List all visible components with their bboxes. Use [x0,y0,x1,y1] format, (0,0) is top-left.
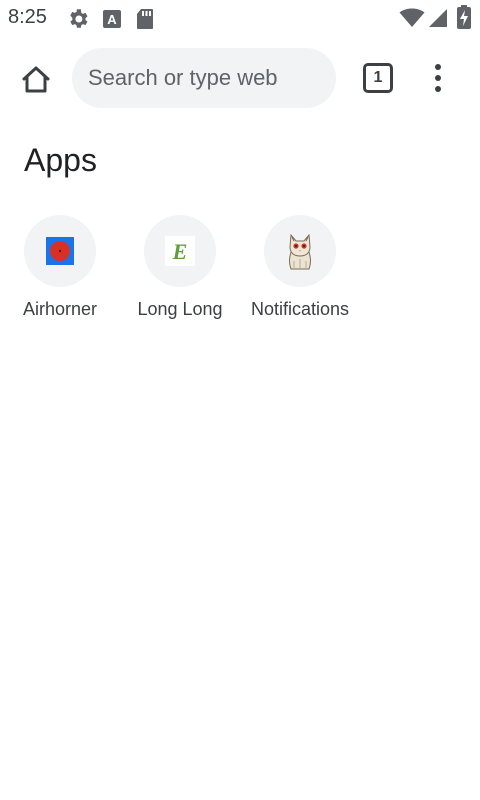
keyboard-icon: A [102,9,122,34]
url-bar-placeholder: Search or type web address [88,65,284,90]
status-bar: 8:25 A [0,0,480,36]
app-tile-long-long[interactable]: E Long Long [120,215,240,335]
app-icon-circle [264,215,336,287]
more-vert-icon [435,64,441,92]
app-label: Long Long [137,299,223,319]
cat-icon [289,233,311,270]
browser-toolbar: Search or type web address 1 [0,44,480,112]
svg-text:E: E [172,239,188,264]
long-long-icon: E [165,236,195,266]
tab-switcher-button[interactable]: 1 [363,63,393,93]
signal-icon [428,8,448,33]
home-button[interactable] [16,60,56,100]
sd-card-icon [136,8,154,35]
app-label: Notifications [250,299,350,319]
menu-button[interactable] [426,60,450,96]
status-time: 8:25 [8,6,47,28]
app-tile-airhorner[interactable]: Airhorner [0,215,120,335]
airhorner-icon [46,237,74,265]
url-bar[interactable]: Search or type web address [72,48,336,108]
wifi-icon [399,8,425,33]
settings-icon [66,7,90,36]
tab-count: 1 [373,69,383,86]
app-icon-circle: E [144,215,216,287]
app-icon-circle [24,215,96,287]
svg-text:A: A [107,12,117,27]
apps-heading: Apps [24,142,97,178]
battery-charging-icon [457,5,471,34]
home-icon [22,66,50,93]
app-tile-notifications[interactable]: Notifications [240,215,360,335]
app-label: Airhorner [22,299,98,319]
